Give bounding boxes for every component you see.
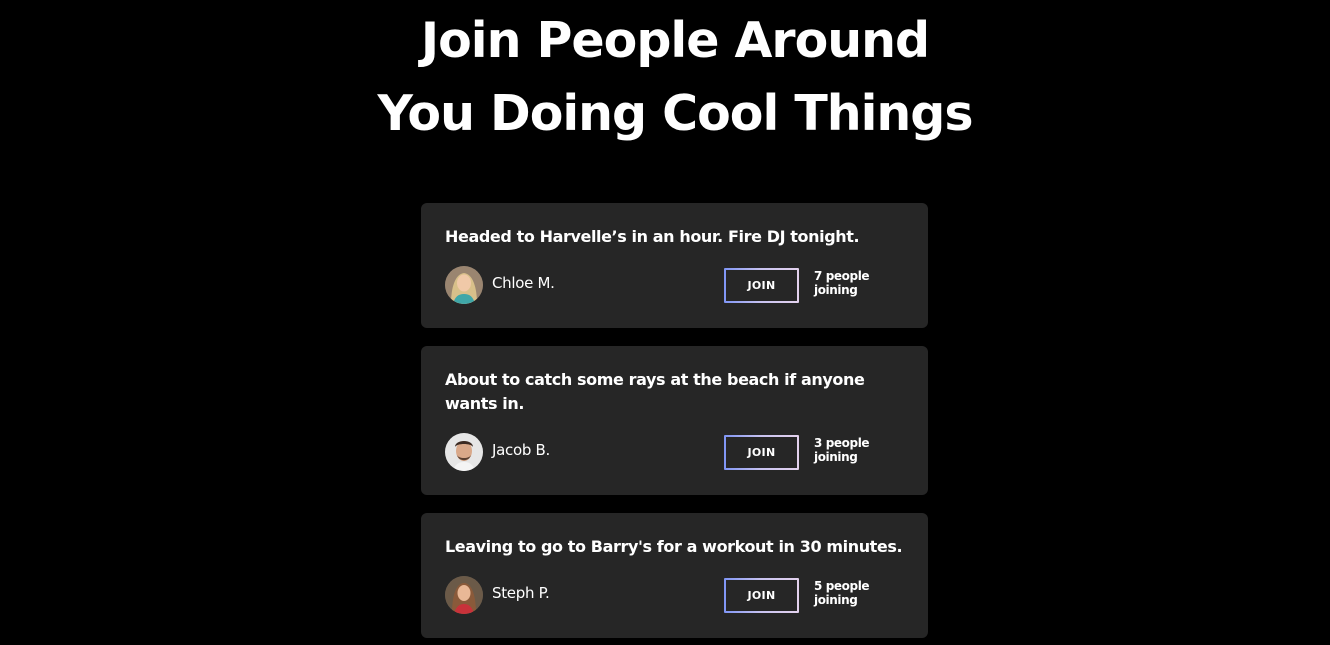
- join-button[interactable]: JOIN: [724, 268, 799, 303]
- activity-footer: Jacob B. JOIN 3 people joining: [445, 433, 904, 471]
- user-name: Steph P.: [492, 584, 550, 602]
- activity-card: Leaving to go to Barry's for a workout i…: [421, 513, 928, 638]
- user-name: Jacob B.: [492, 441, 550, 459]
- page-title: Join People Around You Doing Cool Things: [0, 4, 1330, 150]
- page: Join People Around You Doing Cool Things…: [0, 0, 1330, 645]
- activity-card: About to catch some rays at the beach if…: [421, 346, 928, 495]
- avatar-steph-icon: [445, 576, 483, 614]
- joining-count: 7 people joining: [814, 269, 870, 297]
- activity-text: Headed to Harvelle’s in an hour. Fire DJ…: [445, 227, 860, 246]
- user-name: Chloe M.: [492, 274, 555, 292]
- page-title-line-2: You Doing Cool Things: [377, 85, 973, 142]
- join-button[interactable]: JOIN: [724, 578, 799, 613]
- avatar-chloe-icon: [445, 266, 483, 304]
- joining-count: 3 people joining: [814, 436, 870, 464]
- joining-count: 5 people joining: [814, 579, 870, 607]
- avatar-jacob-icon: [445, 433, 483, 471]
- activity-footer: Steph P. JOIN 5 people joining: [445, 576, 904, 614]
- page-title-line-1: Join People Around: [420, 12, 930, 69]
- activity-card: Headed to Harvelle’s in an hour. Fire DJ…: [421, 203, 928, 328]
- join-button[interactable]: JOIN: [724, 435, 799, 470]
- activity-text: Leaving to go to Barry's for a workout i…: [445, 537, 903, 556]
- activity-feed: Headed to Harvelle’s in an hour. Fire DJ…: [421, 203, 928, 645]
- avatar: [445, 266, 483, 304]
- activity-footer: Chloe M. JOIN 7 people joining: [445, 266, 904, 304]
- avatar: [445, 576, 483, 614]
- avatar: [445, 433, 483, 471]
- activity-text: About to catch some rays at the beach if…: [445, 370, 865, 413]
